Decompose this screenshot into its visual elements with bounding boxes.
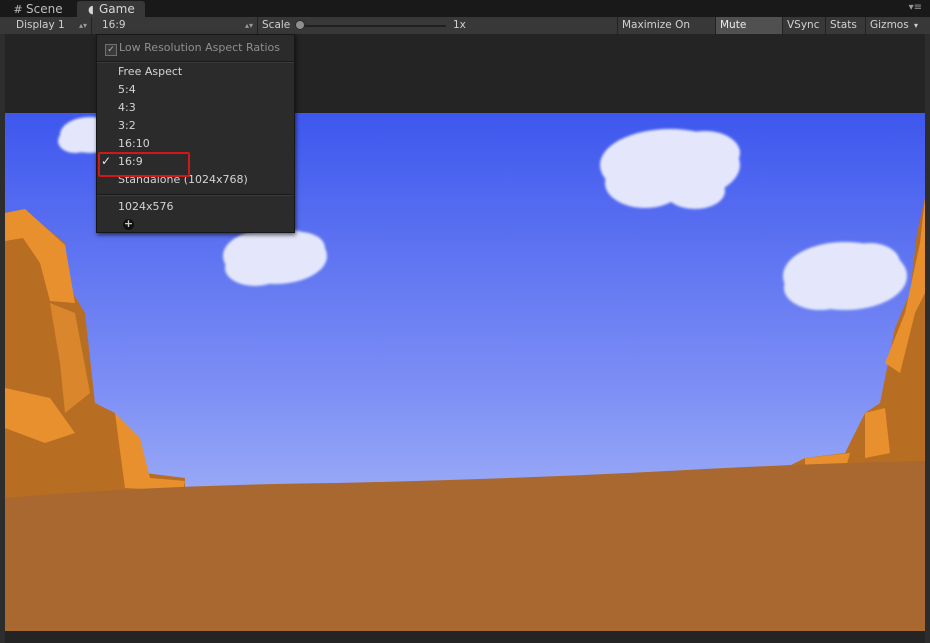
low-resolution-toggle[interactable]: ✓ Low Resolution Aspect Ratios: [105, 41, 280, 56]
display-select-label: Display 1: [16, 19, 65, 31]
aspect-select-label: 16:9: [102, 19, 126, 31]
menu-item-4-3[interactable]: 4:3: [118, 100, 136, 116]
menu-item-3-2[interactable]: 3:2: [118, 118, 136, 134]
dropdown-arrow-icon[interactable]: ▾: [914, 17, 918, 34]
tab-game[interactable]: ◖ Game: [77, 1, 145, 17]
updown-arrows-icon: ▴▾: [244, 21, 253, 30]
menu-divider: [97, 194, 294, 196]
gizmos-button[interactable]: Gizmos ▾: [865, 17, 921, 34]
menu-divider: [97, 61, 294, 63]
gizmos-label: Gizmos: [870, 19, 909, 31]
menu-item-5-4[interactable]: 5:4: [118, 82, 136, 98]
letterbox-bottom: [5, 631, 925, 643]
aspect-select[interactable]: 16:9 ▴▾: [94, 17, 258, 34]
tab-bar: # Scene ◖ Game ▾≡: [0, 0, 930, 17]
scale-label: Scale: [262, 19, 291, 31]
menu-item-16-10[interactable]: 16:10: [118, 136, 150, 152]
updown-arrows-icon: ▴▾: [78, 21, 87, 30]
menu-item-custom-1024x576[interactable]: 1024x576: [118, 199, 174, 215]
aspect-dropdown-menu: ✓ Low Resolution Aspect Ratios Free Aspec…: [96, 34, 295, 233]
scale-value: 1x: [453, 19, 466, 31]
maximize-on-play-toggle[interactable]: Maximize On Play: [617, 17, 715, 48]
checkbox-icon[interactable]: ✓: [105, 44, 117, 56]
add-icon[interactable]: +: [123, 218, 134, 230]
tab-game-label: Game: [99, 2, 135, 16]
mute-audio-toggle[interactable]: Mute Audio: [715, 17, 782, 48]
tab-scene[interactable]: # Scene: [4, 1, 74, 17]
right-border: [925, 34, 930, 643]
cloud: [600, 129, 740, 209]
grid-icon: #: [13, 3, 23, 16]
stats-toggle[interactable]: Stats: [825, 17, 865, 34]
vsync-toggle[interactable]: VSync: [782, 17, 825, 34]
cloud: [783, 242, 907, 310]
scale-slider-handle[interactable]: [295, 20, 305, 30]
menu-item-free-aspect[interactable]: Free Aspect: [118, 64, 182, 80]
scale-slider[interactable]: [300, 25, 446, 27]
selection-highlight-box: [98, 152, 190, 177]
pacman-icon: ◖: [88, 3, 94, 16]
display-select[interactable]: Display 1 ▴▾: [8, 17, 92, 34]
low-resolution-label: Low Resolution Aspect Ratios: [119, 41, 280, 54]
game-toolbar: Display 1 ▴▾ 16:9 ▴▾ Scale 1x Maximize O…: [0, 17, 930, 48]
tab-menu-icon[interactable]: ▾≡: [909, 2, 922, 13]
tab-scene-label: Scene: [26, 2, 63, 16]
